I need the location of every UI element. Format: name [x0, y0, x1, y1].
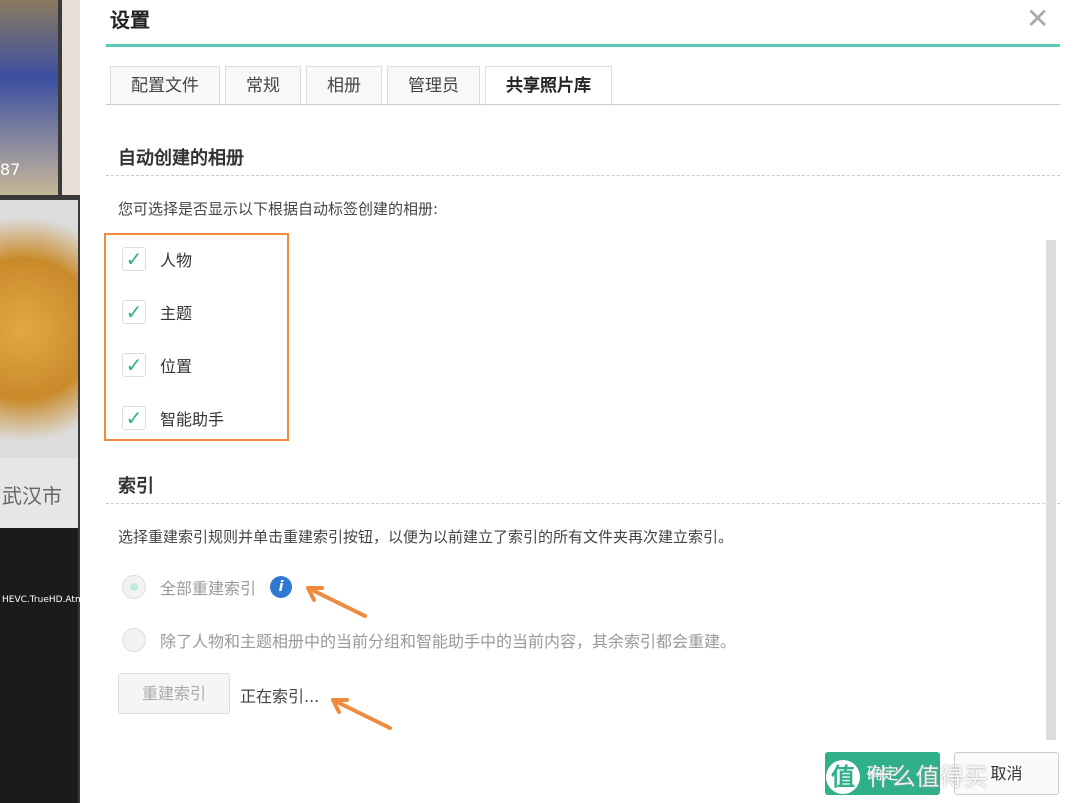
arrow-annotation-icon [306, 586, 367, 618]
checkbox-people[interactable]: ✓ 人物 [122, 247, 192, 271]
watermark-logo: 值 [826, 760, 860, 794]
index-status: 正在索引... [240, 687, 320, 706]
radio-label: 除了人物和主题相册中的当前分组和智能助手中的当前内容，其余索引都会重建。 [160, 632, 737, 651]
watermark: 值 什么值得买 [826, 757, 988, 794]
radio-icon [122, 575, 146, 599]
info-icon[interactable]: i [270, 576, 293, 598]
arrow-annotation-icon [331, 698, 392, 730]
video-title: HEVC.TrueHD.Atmo [2, 595, 90, 605]
auto-albums-description: 您可选择是否显示以下根据自动标签创建的相册: [118, 200, 439, 218]
checkbox-label: 位置 [160, 357, 193, 376]
photo-thumbnail[interactable] [0, 528, 78, 803]
dialog-title: 设置 [110, 8, 150, 32]
checkbox-smart-assistant[interactable]: ✓ 智能助手 [122, 406, 224, 430]
tab-admin[interactable]: 管理员 [387, 66, 480, 105]
photo-thumbnail[interactable] [0, 200, 78, 458]
close-icon[interactable]: ✕ [1026, 2, 1049, 35]
tab-divider [106, 104, 1060, 105]
radio-label: 全部重建索引 [160, 579, 257, 598]
check-icon: ✓ [122, 406, 146, 430]
title-divider [106, 44, 1060, 47]
checkbox-label: 主题 [160, 304, 193, 323]
photo-thumbnail[interactable] [62, 0, 80, 195]
check-icon: ✓ [122, 300, 146, 324]
background-photos: 87 武汉市 HEVC.TrueHD.Atmo [0, 0, 89, 803]
checkbox-places[interactable]: ✓ 位置 [122, 353, 192, 377]
checkbox-label: 人物 [160, 251, 193, 270]
tab-bar: 配置文件 常规 相册 管理员 共享照片库 [110, 66, 612, 106]
rebuild-index-button[interactable]: 重建索引 [118, 673, 230, 714]
auto-albums-heading: 自动创建的相册 [118, 148, 244, 169]
photo-count: 87 [0, 160, 21, 179]
watermark-text: 什么值得买 [867, 763, 988, 791]
tab-general[interactable]: 常规 [225, 66, 301, 105]
checkbox-label: 智能助手 [160, 410, 225, 429]
check-icon: ✓ [122, 353, 146, 377]
divider [106, 175, 1060, 176]
album-city: 武汉市 [2, 484, 62, 508]
tab-profile[interactable]: 配置文件 [110, 66, 220, 105]
settings-dialog: 设置 ✕ 配置文件 常规 相册 管理员 共享照片库 自动创建的相册 您可选择是否… [80, 0, 1080, 803]
index-description: 选择重建索引规则并单击重建索引按钮，以便为以前建立了索引的所有文件夹再次建立索引… [118, 528, 734, 546]
check-icon: ✓ [122, 247, 146, 271]
checkbox-subjects[interactable]: ✓ 主题 [122, 300, 192, 324]
radio-rebuild-partial[interactable]: 除了人物和主题相册中的当前分组和智能助手中的当前内容，其余索引都会重建。 [122, 628, 736, 652]
index-heading: 索引 [118, 476, 154, 497]
divider [106, 503, 1060, 504]
radio-rebuild-all[interactable]: 全部重建索引 i [122, 575, 293, 599]
radio-icon [122, 628, 146, 652]
tab-albums[interactable]: 相册 [306, 66, 382, 105]
tab-shared-library[interactable]: 共享照片库 [485, 66, 612, 106]
scrollbar[interactable] [1046, 240, 1056, 740]
